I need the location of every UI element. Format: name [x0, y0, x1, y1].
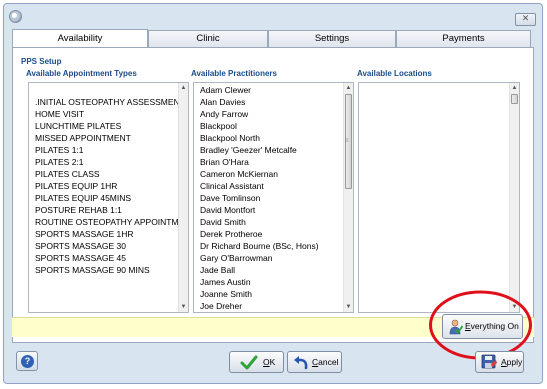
- list-item[interactable]: David Montfort: [200, 204, 319, 216]
- apply-button[interactable]: Apply: [475, 351, 524, 373]
- list-item[interactable]: David Smith: [200, 216, 319, 228]
- list-item[interactable]: Blackpool: [200, 120, 319, 132]
- list-item[interactable]: SPORTS MASSAGE 1HR: [35, 228, 180, 240]
- list-item[interactable]: PILATES EQUIP 1HR: [35, 180, 180, 192]
- list-item[interactable]: SPORTS MASSAGE 30: [35, 240, 180, 252]
- list-item[interactable]: POSTURE REHAB 1:1: [35, 204, 180, 216]
- list-item[interactable]: Joe Dreher: [200, 300, 319, 312]
- grip-icon: ≡: [345, 138, 349, 144]
- person-check-icon: [449, 319, 463, 335]
- locations-scrollbar[interactable]: ▲ ▼: [509, 83, 519, 312]
- section-title: PPS Setup: [21, 57, 62, 66]
- list-item[interactable]: SPORTS MASSAGE 90 MINS: [35, 264, 180, 276]
- scroll-down-icon[interactable]: ▼: [510, 302, 519, 312]
- scroll-up-icon[interactable]: ▲: [344, 83, 353, 93]
- locations-list[interactable]: ▲ ▼: [358, 82, 520, 313]
- ok-mnemonic: O: [263, 357, 270, 367]
- availability-panel: PPS Setup Available Appointment Types Av…: [12, 47, 534, 343]
- practitioners-header: Available Practitioners: [191, 69, 277, 78]
- scroll-thumb[interactable]: [511, 94, 518, 104]
- practitioners-list[interactable]: Adam Clewer Alan Davies Andy Farrow Blac…: [193, 82, 354, 313]
- scroll-up-icon[interactable]: ▲: [510, 83, 519, 93]
- apply-label: pply: [506, 357, 523, 367]
- cancel-button[interactable]: Cancel: [287, 351, 342, 373]
- save-disk-icon: [481, 354, 497, 369]
- list-item[interactable]: Joanne Smith: [200, 288, 319, 300]
- list-item[interactable]: Clinical Assistant: [200, 180, 319, 192]
- appointment-types-header: Available Appointment Types: [26, 69, 137, 78]
- list-item[interactable]: Bradley 'Geezer' Metcalfe: [200, 144, 319, 156]
- tab-payments[interactable]: Payments: [396, 30, 531, 47]
- undo-arrow-icon: [294, 356, 308, 370]
- list-item[interactable]: SPORTS MASSAGE 45: [35, 252, 180, 264]
- list-item[interactable]: Jade Ball: [200, 264, 319, 276]
- list-item[interactable]: Dave Tomlinson: [200, 192, 319, 204]
- cancel-label: ancel: [318, 357, 339, 367]
- list-item[interactable]: PILATES 2:1: [35, 156, 180, 168]
- list-item[interactable]: PILATES EQUIP 45MINS: [35, 192, 180, 204]
- list-item[interactable]: PILATES 1:1: [35, 144, 180, 156]
- list-item[interactable]: Dr Richard Bourne (BSc, Hons): [200, 240, 319, 252]
- scroll-up-icon[interactable]: ▲: [179, 83, 188, 93]
- ok-label: K: [269, 357, 276, 367]
- checkmark-icon: [240, 355, 258, 370]
- practitioners-scrollbar[interactable]: ▲ ≡ ▼: [343, 83, 353, 312]
- list-item[interactable]: .INITIAL OSTEOPATHY ASSESSMEN: [35, 96, 180, 108]
- everything-on-label: verything On: [470, 321, 519, 331]
- list-item[interactable]: ROUTINE OSTEOPATHY APPOINTM: [35, 216, 180, 228]
- help-icon: ?: [21, 355, 34, 368]
- scroll-down-icon[interactable]: ▼: [344, 302, 353, 312]
- tab-settings[interactable]: Settings: [268, 30, 396, 47]
- help-button[interactable]: ?: [16, 351, 38, 371]
- list-item[interactable]: LUNCHTIME PILATES: [35, 120, 180, 132]
- list-item[interactable]: Derek Protheroe: [200, 228, 319, 240]
- list-item[interactable]: HOME VISIT: [35, 108, 180, 120]
- scroll-down-icon[interactable]: ▼: [179, 302, 188, 312]
- list-item[interactable]: James Austin: [200, 276, 319, 288]
- list-item[interactable]: MISSED APPOINTMENT: [35, 132, 180, 144]
- locations-header: Available Locations: [357, 69, 432, 78]
- list-item[interactable]: Cameron McKiernan: [200, 168, 319, 180]
- tab-strip: Availability Clinic Settings Payments: [12, 29, 532, 48]
- appointment-types-list[interactable]: .INITIAL OSTEOPATHY ASSESSMEN HOME VISIT…: [28, 82, 189, 313]
- title-bar: ✕: [4, 4, 542, 28]
- list-item[interactable]: Andy Farrow: [200, 108, 319, 120]
- list-item[interactable]: Alan Davies: [200, 96, 319, 108]
- everything-on-button[interactable]: Everything On: [442, 314, 523, 339]
- appointment-types-scrollbar[interactable]: ▲ ▼: [178, 83, 188, 312]
- list-item[interactable]: PILATES CLASS: [35, 168, 180, 180]
- app-icon: [9, 10, 22, 23]
- ok-button[interactable]: OK: [229, 351, 284, 373]
- list-item[interactable]: Adam Clewer: [200, 84, 319, 96]
- list-item[interactable]: Gary O'Barrowman: [200, 252, 319, 264]
- tab-clinic[interactable]: Clinic: [148, 30, 268, 47]
- list-item[interactable]: Blackpool North: [200, 132, 319, 144]
- tab-availability[interactable]: Availability: [12, 29, 148, 47]
- close-button[interactable]: ✕: [515, 13, 536, 26]
- list-item[interactable]: Brian O'Hara: [200, 156, 319, 168]
